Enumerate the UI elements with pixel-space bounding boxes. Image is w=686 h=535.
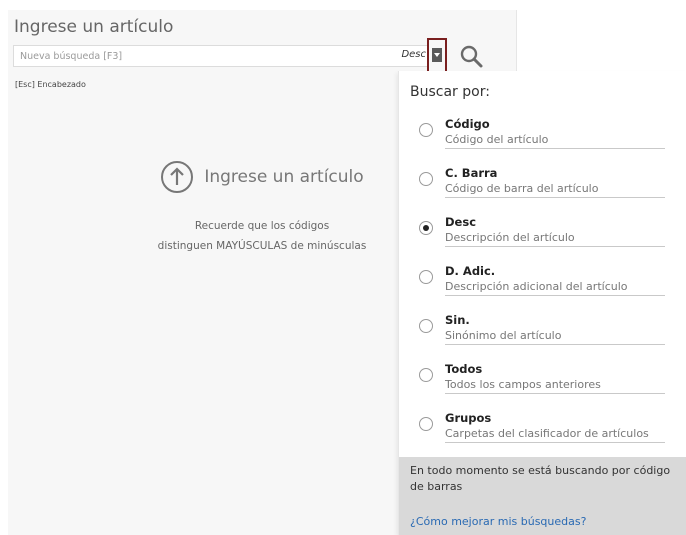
option-desc[interactable]: Desc Descripción del artículo xyxy=(419,215,667,255)
option-desc: Sinónimo del artículo xyxy=(445,329,562,342)
radio-grupos[interactable] xyxy=(419,417,433,431)
option-desc: Descripción del artículo xyxy=(445,231,575,244)
radio-c-barra[interactable] xyxy=(419,172,433,186)
option-desc: Descripción adicional del artículo xyxy=(445,280,628,293)
option-codigo[interactable]: Código Código del artículo xyxy=(419,117,667,157)
divider xyxy=(445,295,665,296)
option-desc: Todos los campos anteriores xyxy=(445,378,601,391)
radio-d-adic[interactable] xyxy=(419,270,433,284)
search-icon xyxy=(460,45,483,68)
option-label: C. Barra xyxy=(445,166,498,180)
option-desc: Código del artículo xyxy=(445,133,549,146)
search-options-panel: Buscar por: Código Código del artículo C… xyxy=(398,71,686,535)
divider xyxy=(445,148,665,149)
option-label: Desc xyxy=(445,215,477,229)
option-desc: Carpetas del clasificador de artículos xyxy=(445,427,649,440)
divider xyxy=(445,246,665,247)
search-box[interactable]: Desc xyxy=(13,45,431,67)
option-label: Sin. xyxy=(445,313,470,327)
search-button[interactable] xyxy=(458,44,484,70)
options-footer: En todo momento se está buscando por cód… xyxy=(399,457,686,535)
option-sin[interactable]: Sin. Sinónimo del artículo xyxy=(419,313,667,353)
divider xyxy=(445,197,665,198)
divider xyxy=(445,393,665,394)
divider xyxy=(445,442,665,443)
radio-todos[interactable] xyxy=(419,368,433,382)
escape-hint: [Esc] Encabezado xyxy=(15,80,86,89)
option-c-barra[interactable]: C. Barra Código de barra del artículo xyxy=(419,166,667,206)
option-todos[interactable]: Todos Todos los campos anteriores xyxy=(419,362,667,402)
help-link[interactable]: ¿Cómo mejorar mis búsquedas? xyxy=(410,515,586,528)
option-label: Todos xyxy=(445,362,483,376)
chevron-down-icon xyxy=(432,48,442,62)
panel-title: Ingrese un artículo xyxy=(14,17,174,37)
search-mode-label: Desc xyxy=(401,49,426,60)
search-input[interactable] xyxy=(14,46,394,66)
option-d-adic[interactable]: D. Adic. Descripción adicional del artíc… xyxy=(419,264,667,304)
divider xyxy=(445,344,665,345)
option-label: Grupos xyxy=(445,411,492,425)
option-label: Código xyxy=(445,117,490,131)
option-desc: Código de barra del artículo xyxy=(445,182,599,195)
empty-state-title: Ingrese un artículo xyxy=(204,167,364,187)
option-label: D. Adic. xyxy=(445,264,496,278)
arrow-up-circle-icon xyxy=(161,161,194,193)
radio-codigo[interactable] xyxy=(419,123,433,137)
radio-sin[interactable] xyxy=(419,319,433,333)
radio-desc[interactable] xyxy=(419,221,433,235)
search-options-header: Buscar por: xyxy=(410,84,490,100)
footer-note: En todo momento se está buscando por cód… xyxy=(410,464,671,493)
option-grupos[interactable]: Grupos Carpetas del clasificador de artí… xyxy=(419,411,667,451)
